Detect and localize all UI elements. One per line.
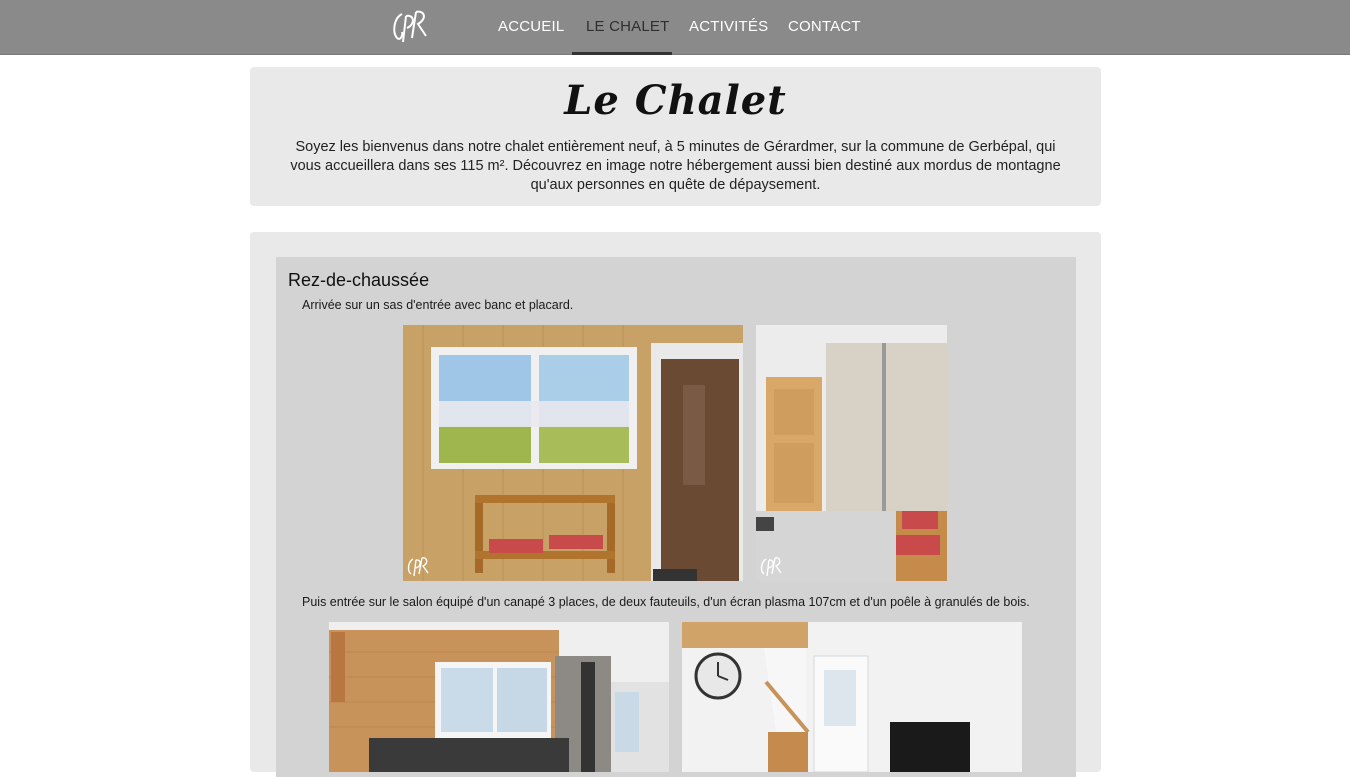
nav-contact[interactable]: CONTACT	[788, 18, 861, 35]
page-title: Le Chalet	[564, 77, 787, 124]
photo-living-room-stove-image	[329, 622, 669, 772]
photo-entrance-bench[interactable]	[403, 325, 743, 581]
photo-living-room-stove[interactable]	[329, 622, 669, 772]
intro-text: Soyez les bienvenus dans notre chalet en…	[290, 139, 1061, 193]
nav-activites[interactable]: ACTIVITÉS	[689, 18, 768, 35]
nav-accueil[interactable]: ACCUEIL	[498, 18, 564, 35]
top-navigation: ACCUEIL LE CHALET ACTIVITÉS CONTACT	[0, 0, 1350, 55]
caption-living-room: Puis entrée sur le salon équipé d'un can…	[302, 595, 1030, 609]
watermark-logo-icon	[407, 557, 429, 577]
section-title: Rez-de-chaussée	[288, 270, 430, 290]
caption-entrance: Arrivée sur un sas d'entrée avec banc et…	[302, 298, 574, 312]
photo-entrance-bench-image	[403, 325, 743, 581]
photo-entrance-wardrobe[interactable]	[756, 325, 947, 581]
nav-le-chalet[interactable]: LE CHALET	[586, 18, 670, 35]
site-logo-icon[interactable]	[388, 6, 432, 48]
photo-entrance-wardrobe-image	[756, 325, 947, 581]
content-panel: Rez-de-chaussée Arrivée sur un sas d'ent…	[250, 232, 1101, 777]
intro-panel: Le Chalet Soyez les bienvenus dans notre…	[250, 67, 1101, 206]
photo-living-room-tv-image	[682, 622, 1022, 772]
photo-living-room-tv[interactable]	[682, 622, 1022, 772]
active-nav-indicator	[572, 52, 672, 55]
watermark-logo-icon	[760, 557, 782, 577]
ground-floor-section: Rez-de-chaussée Arrivée sur un sas d'ent…	[276, 257, 1076, 777]
